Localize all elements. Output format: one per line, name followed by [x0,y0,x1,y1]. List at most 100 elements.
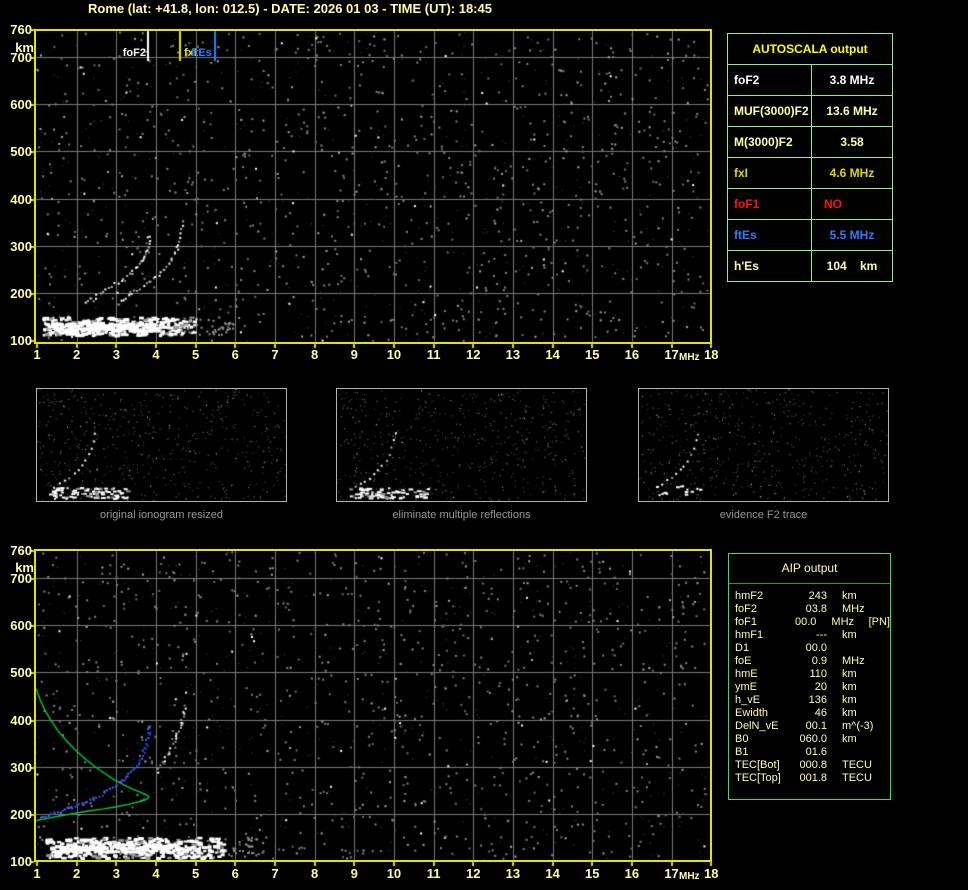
autoscala-screen: Rome (lat: +41.8, lon: 012.5) - DATE: 20… [0,0,968,890]
aip-value: 001.8 [793,772,827,785]
aip-label: foE [729,655,793,668]
parameter-name: fxI [728,158,812,188]
aip-row-hmf2: hmF2243km [729,590,890,603]
x-axis-tick-label: 9 [343,866,365,881]
bottom-ionogram-frame [34,549,712,862]
aip-label: foF2 [729,603,793,616]
parameter-name: foF2 [728,65,812,95]
aip-label: B1 [729,746,793,759]
x-axis-tick-label: 5 [185,866,207,881]
aip-row-fof1: foF100.0 MHz[PN] [729,616,890,629]
aip-label: h_vE [729,694,793,707]
x-axis-tick-label: 3 [105,866,127,881]
parameter-value: 3.8 MHz [812,65,892,95]
thumbnail-caption-eliminate: eliminate multiple reflections [336,509,587,521]
x-axis-tick-label: 15 [581,347,603,362]
thumbnail-eliminate-reflections [336,388,587,502]
aip-unit: TECU [842,772,884,785]
parameter-name: MUF(3000)F2 [728,96,812,126]
autoscala-row-muf3000f2: MUF(3000)F213.6 MHz [728,96,892,127]
aip-value: 01.6 [793,746,827,759]
aip-value: 110 [793,668,827,681]
x-axis-tick-label: 16 [621,866,643,881]
aip-unit [842,746,884,759]
aip-value: 03.8 [793,603,827,616]
x-axis-tick-label: 8 [304,866,326,881]
autoscala-table-header: AUTOSCALA output [728,34,892,65]
aip-table-header: AIP output [729,554,890,584]
aip-row-foe: foE0.9MHz [729,655,890,668]
x-axis-tick-label: 4 [145,347,167,362]
x-axis-tick-label: 6 [224,866,246,881]
aip-value: 00.0 [786,616,816,629]
y-axis-unit-label: km [4,40,34,55]
x-axis-tick-label: 5 [185,347,207,362]
aip-unit: km [842,707,884,720]
x-axis-tick-label: 11 [423,866,445,881]
y-axis-tick-label: 760 [2,23,32,37]
aip-row-b0: B0060.0km [729,733,890,746]
aip-unit: km [842,694,884,707]
x-axis-tick-label: 11 [423,347,445,362]
parameter-value: 5.5 MHz [812,220,892,250]
x-axis-tick-label: 16 [621,347,643,362]
aip-table-rows: hmF2243kmfoF203.8 MHzfoF100.0 MHz[PN]hmF1-… [729,584,890,785]
thumbnail-original-ionogram [36,388,287,502]
y-axis-tick-label: 760 [2,544,32,558]
aip-unit: km [842,668,884,681]
parameter-name: h'Es [728,251,812,281]
aip-row-tectop: TEC[Top]001.8 TECU [729,772,890,785]
x-axis-tick-label: 2 [66,347,88,362]
autoscala-output-table: AUTOSCALA output foF23.8 MHzMUF(3000)F21… [727,33,893,282]
y-axis-tick-label: 400 [2,714,32,728]
autoscala-row-fof2: foF23.8 MHz [728,65,892,96]
aip-row-hme: hmE110km [729,668,890,681]
x-axis-tick-label: 6 [224,347,246,362]
parameter-value: 13.6 MHz [812,96,892,126]
thumbnail-caption-evidence: evidence F2 trace [638,509,889,521]
aip-row-hmf1: hmF1--- km [729,629,890,642]
aip-value: --- [793,629,827,642]
x-axis-tick-label: 4 [145,866,167,881]
aip-value: 243 [793,590,827,603]
aip-label: foF1 [729,616,786,629]
y-axis-tick-label: 600 [2,98,32,112]
y-axis-tick-label: 100 [2,334,32,348]
x-axis-tick-label: 13 [502,347,524,362]
aip-output-table: AIP output hmF2243kmfoF203.8 MHzfoF100.0 M… [728,553,891,800]
x-axis-tick-label: 12 [462,866,484,881]
aip-label: TEC[Bot] [729,759,793,772]
x-axis-tick-label: 18 [700,866,722,881]
parameter-value: 3.58 [812,127,892,157]
aip-row-d1: D100.0 [729,642,890,655]
aip-unit: TECU [842,759,884,772]
aip-extra: [PN] [869,616,890,629]
aip-label: D1 [729,642,793,655]
y-axis-tick-label: 400 [2,193,32,207]
autoscala-row-fof1: foF1NO [728,189,892,220]
parameter-value: NO [812,189,892,219]
x-axis-tick-label: 10 [383,866,405,881]
aip-unit: km [842,629,884,642]
x-axis-unit-label: MHz [679,871,700,882]
x-axis-tick-label: 10 [383,347,405,362]
aip-unit: MHz [831,616,868,629]
aip-label: TEC[Top] [729,772,793,785]
station-title: Rome (lat: +41.8, lon: 012.5) - DATE: 20… [88,1,492,16]
x-axis-tick-label: 12 [462,347,484,362]
y-axis-tick-label: 300 [2,761,32,775]
y-axis-tick-label: 200 [2,287,32,301]
y-axis-unit-label: km [4,560,34,575]
parameter-value: 104 km [812,251,892,281]
thumbnail-caption-original: original ionogram resized [36,509,287,521]
parameter-value: 4.6 MHz [812,158,892,188]
x-axis-tick-label: 14 [542,866,564,881]
autoscala-row-fxi: fxI4.6 MHz [728,158,892,189]
x-axis-tick-label: 18 [700,347,722,362]
aip-label: ymE [729,681,793,694]
autoscala-row-ftes: ftEs5.5 MHz [728,220,892,251]
parameter-name: foF1 [728,189,812,219]
aip-label: hmF1 [729,629,793,642]
autoscala-row-hes: h'Es104 km [728,251,892,281]
aip-value: 20 [793,681,827,694]
